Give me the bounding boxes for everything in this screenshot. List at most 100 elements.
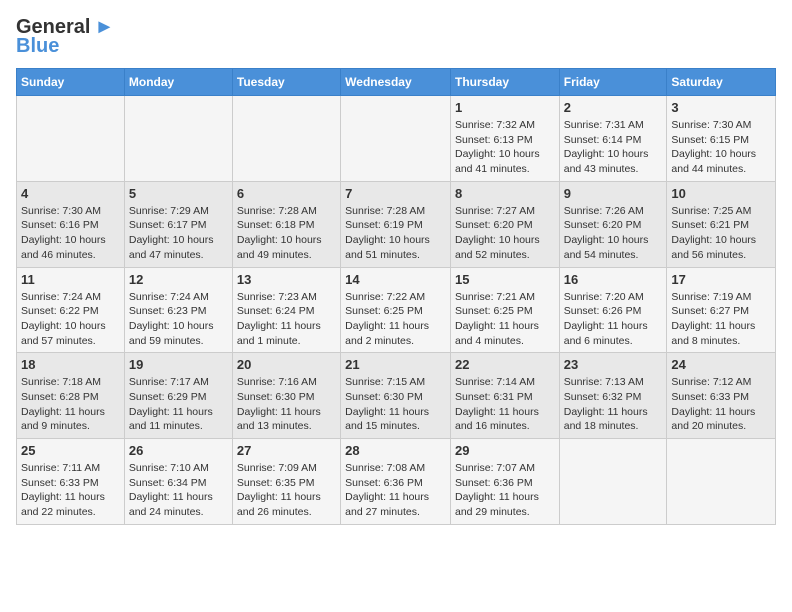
day-info: Sunrise: 7:12 AMSunset: 6:33 PMDaylight:… (671, 375, 771, 434)
calendar-cell: 3Sunrise: 7:30 AMSunset: 6:15 PMDaylight… (667, 96, 776, 182)
day-info: Sunrise: 7:08 AMSunset: 6:36 PMDaylight:… (345, 461, 446, 520)
calendar-cell: 28 Sunrise: 7:08 AMSunset: 6:36 PMDayligh… (341, 439, 451, 525)
day-info: Sunrise: 7:22 AMSunset: 6:25 PMDaylight:… (345, 290, 446, 349)
day-number: 23 (564, 357, 663, 372)
calendar-cell: 13 Sunrise: 7:23 AMSunset: 6:24 PMDayligh… (232, 267, 340, 353)
calendar-cell: 7 Sunrise: 7:28 AMSunset: 6:19 PMDaylight… (341, 181, 451, 267)
day-info: Sunrise: 7:15 AMSunset: 6:30 PMDaylight:… (345, 375, 446, 434)
calendar-cell (559, 439, 667, 525)
calendar-table: SundayMondayTuesdayWednesdayThursdayFrid… (16, 68, 776, 525)
calendar-cell: 16 Sunrise: 7:20 AMSunset: 6:26 PMDayligh… (559, 267, 667, 353)
calendar-week-2: 4 Sunrise: 7:30 AMSunset: 6:16 PMDaylight… (17, 181, 776, 267)
logo-blue-text: Blue (16, 35, 59, 58)
day-info: Sunrise: 7:14 AMSunset: 6:31 PMDaylight:… (455, 375, 555, 434)
day-number: 6 (237, 186, 336, 201)
day-number: 8 (455, 186, 555, 201)
calendar-cell (232, 96, 340, 182)
calendar-cell: 20 Sunrise: 7:16 AMSunset: 6:30 PMDayligh… (232, 353, 340, 439)
calendar-cell: 17 Sunrise: 7:19 AMSunset: 6:27 PMDayligh… (667, 267, 776, 353)
column-header-monday: Monday (124, 69, 232, 96)
day-number: 11 (21, 272, 120, 287)
calendar-cell: 11 Sunrise: 7:24 AMSunset: 6:22 PMDayligh… (17, 267, 125, 353)
calendar-cell: 9 Sunrise: 7:26 AMSunset: 6:20 PMDaylight… (559, 181, 667, 267)
day-number: 26 (129, 443, 228, 458)
day-info: Sunrise: 7:24 AMSunset: 6:22 PMDaylight:… (21, 290, 120, 349)
calendar-cell (124, 96, 232, 182)
day-number: 21 (345, 357, 446, 372)
calendar-cell (667, 439, 776, 525)
day-number: 28 (345, 443, 446, 458)
day-info: Sunrise: 7:30 AMSunset: 6:16 PMDaylight:… (21, 204, 120, 263)
column-header-sunday: Sunday (17, 69, 125, 96)
column-header-tuesday: Tuesday (232, 69, 340, 96)
calendar-cell: 23 Sunrise: 7:13 AMSunset: 6:32 PMDayligh… (559, 353, 667, 439)
calendar-cell (17, 96, 125, 182)
calendar-cell: 26Sunrise: 7:10 AMSunset: 6:34 PMDayligh… (124, 439, 232, 525)
day-info: Sunrise: 7:18 AMSunset: 6:28 PMDaylight:… (21, 375, 120, 434)
day-info: Sunrise: 7:19 AMSunset: 6:27 PMDaylight:… (671, 290, 771, 349)
calendar-cell: 27 Sunrise: 7:09 AMSunset: 6:35 PMDayligh… (232, 439, 340, 525)
calendar-cell: 4 Sunrise: 7:30 AMSunset: 6:16 PMDaylight… (17, 181, 125, 267)
day-number: 7 (345, 186, 446, 201)
day-info: Sunrise: 7:13 AMSunset: 6:32 PMDaylight:… (564, 375, 663, 434)
day-number: 4 (21, 186, 120, 201)
calendar-header-row: SundayMondayTuesdayWednesdayThursdayFrid… (17, 69, 776, 96)
calendar-week-3: 11 Sunrise: 7:24 AMSunset: 6:22 PMDayligh… (17, 267, 776, 353)
day-info: Sunrise: 7:17 AMSunset: 6:29 PMDaylight:… (129, 375, 228, 434)
day-number: 18 (21, 357, 120, 372)
day-info: Sunrise: 7:20 AMSunset: 6:26 PMDaylight:… (564, 290, 663, 349)
calendar-cell: 2Sunrise: 7:31 AMSunset: 6:14 PMDaylight… (559, 96, 667, 182)
day-number: 22 (455, 357, 555, 372)
column-header-wednesday: Wednesday (341, 69, 451, 96)
column-header-thursday: Thursday (450, 69, 559, 96)
day-info: Sunrise: 7:09 AMSunset: 6:35 PMDaylight:… (237, 461, 336, 520)
logo-bird-icon: ► (94, 16, 114, 39)
calendar-cell: 29 Sunrise: 7:07 AMSunset: 6:36 PMDayligh… (450, 439, 559, 525)
day-number: 16 (564, 272, 663, 287)
day-info: Sunrise: 7:32 AMSunset: 6:13 PMDaylight:… (455, 118, 555, 177)
day-number: 17 (671, 272, 771, 287)
day-number: 25 (21, 443, 120, 458)
calendar-cell: 19Sunrise: 7:17 AMSunset: 6:29 PMDayligh… (124, 353, 232, 439)
day-info: Sunrise: 7:07 AMSunset: 6:36 PMDaylight:… (455, 461, 555, 520)
calendar-cell: 24 Sunrise: 7:12 AMSunset: 6:33 PMDayligh… (667, 353, 776, 439)
day-info: Sunrise: 7:30 AMSunset: 6:15 PMDaylight:… (671, 118, 771, 177)
day-number: 14 (345, 272, 446, 287)
day-number: 5 (129, 186, 228, 201)
day-info: Sunrise: 7:31 AMSunset: 6:14 PMDaylight:… (564, 118, 663, 177)
calendar-cell: 10Sunrise: 7:25 AMSunset: 6:21 PMDayligh… (667, 181, 776, 267)
day-number: 12 (129, 272, 228, 287)
day-info: Sunrise: 7:24 AMSunset: 6:23 PMDaylight:… (129, 290, 228, 349)
day-info: Sunrise: 7:28 AMSunset: 6:18 PMDaylight:… (237, 204, 336, 263)
calendar-cell: 6 Sunrise: 7:28 AMSunset: 6:18 PMDaylight… (232, 181, 340, 267)
calendar-cell: 22 Sunrise: 7:14 AMSunset: 6:31 PMDayligh… (450, 353, 559, 439)
day-info: Sunrise: 7:26 AMSunset: 6:20 PMDaylight:… (564, 204, 663, 263)
day-info: Sunrise: 7:21 AMSunset: 6:25 PMDaylight:… (455, 290, 555, 349)
day-info: Sunrise: 7:25 AMSunset: 6:21 PMDaylight:… (671, 204, 771, 263)
day-number: 9 (564, 186, 663, 201)
day-number: 15 (455, 272, 555, 287)
day-number: 20 (237, 357, 336, 372)
day-info: Sunrise: 7:11 AMSunset: 6:33 PMDaylight:… (21, 461, 120, 520)
column-header-saturday: Saturday (667, 69, 776, 96)
day-number: 24 (671, 357, 771, 372)
calendar-week-1: 1Sunrise: 7:32 AMSunset: 6:13 PMDaylight… (17, 96, 776, 182)
calendar-cell: 25 Sunrise: 7:11 AMSunset: 6:33 PMDayligh… (17, 439, 125, 525)
day-info: Sunrise: 7:23 AMSunset: 6:24 PMDaylight:… (237, 290, 336, 349)
day-info: Sunrise: 7:27 AMSunset: 6:20 PMDaylight:… (455, 204, 555, 263)
calendar-cell: 15 Sunrise: 7:21 AMSunset: 6:25 PMDayligh… (450, 267, 559, 353)
day-number: 13 (237, 272, 336, 287)
calendar-cell: 8 Sunrise: 7:27 AMSunset: 6:20 PMDaylight… (450, 181, 559, 267)
page-header: General ► Blue (16, 16, 776, 58)
column-header-friday: Friday (559, 69, 667, 96)
day-number: 27 (237, 443, 336, 458)
calendar-week-4: 18 Sunrise: 7:18 AMSunset: 6:28 PMDayligh… (17, 353, 776, 439)
logo: General ► Blue (16, 16, 114, 58)
calendar-cell: 5Sunrise: 7:29 AMSunset: 6:17 PMDaylight… (124, 181, 232, 267)
calendar-cell: 18 Sunrise: 7:18 AMSunset: 6:28 PMDayligh… (17, 353, 125, 439)
day-info: Sunrise: 7:28 AMSunset: 6:19 PMDaylight:… (345, 204, 446, 263)
day-number: 29 (455, 443, 555, 458)
calendar-cell: 12 Sunrise: 7:24 AMSunset: 6:23 PMDayligh… (124, 267, 232, 353)
calendar-cell: 1Sunrise: 7:32 AMSunset: 6:13 PMDaylight… (450, 96, 559, 182)
day-info: Sunrise: 7:16 AMSunset: 6:30 PMDaylight:… (237, 375, 336, 434)
